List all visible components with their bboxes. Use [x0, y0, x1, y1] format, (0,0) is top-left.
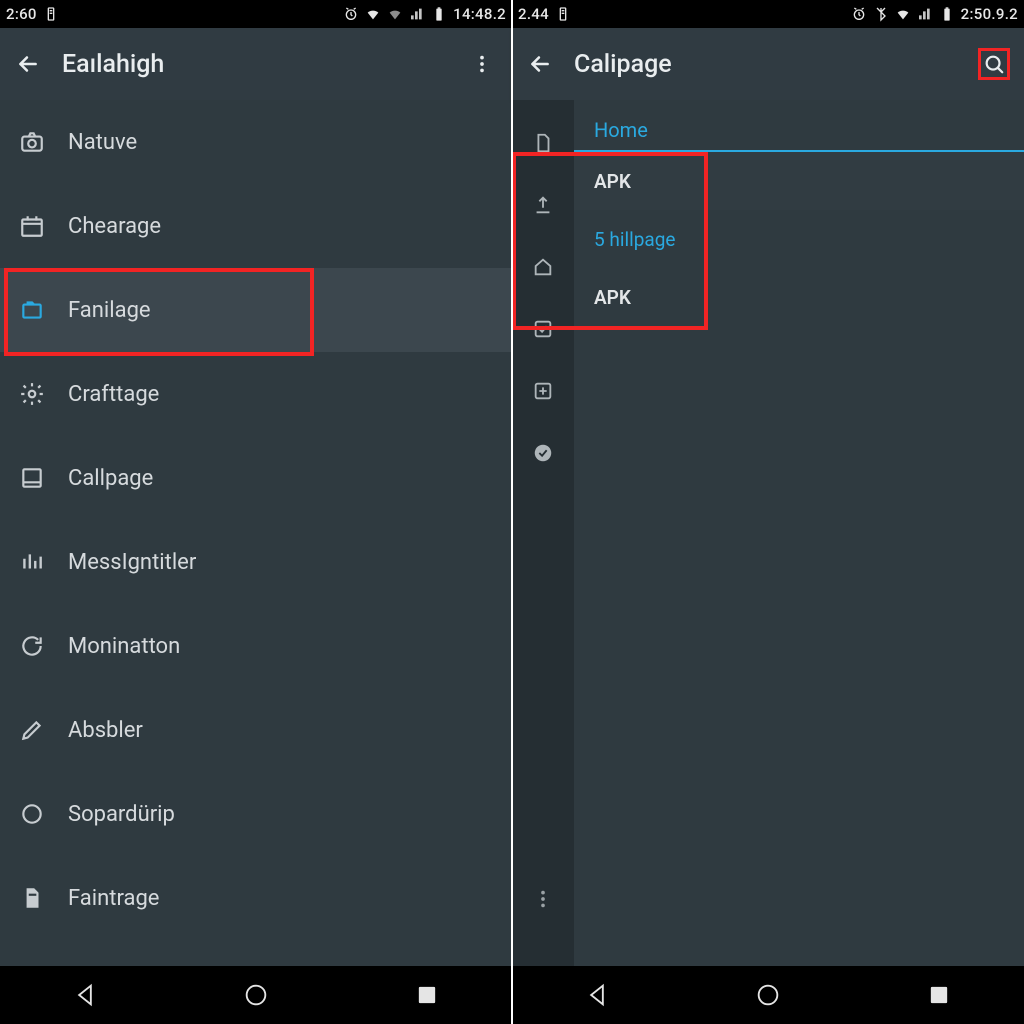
nav-back-button[interactable]	[68, 978, 102, 1012]
toolbar: Calipage	[512, 28, 1024, 100]
settings-item-moninatton[interactable]: Moninatton	[0, 604, 512, 688]
settings-item-chearage[interactable]: Chearage	[0, 184, 512, 268]
settings-item-absbler[interactable]: Absbler	[0, 688, 512, 772]
phone-right: 2.44	[512, 0, 1024, 1024]
settings-list: Natuve Chearage Fanilage Crafttage	[0, 100, 512, 966]
gear-icon	[18, 380, 46, 408]
status-time-right: 14:48.2	[453, 5, 506, 23]
settings-item-fanilage[interactable]: Fanilage	[0, 268, 512, 352]
nav-overview-button[interactable]	[922, 978, 956, 1012]
settings-item-label: Chearage	[68, 214, 161, 239]
settings-item-label: Faintrage	[68, 886, 159, 911]
main-content: Home APK 5 hillpage APK	[574, 100, 1024, 966]
refresh-icon	[18, 632, 46, 660]
sidebar-overflow-icon[interactable]	[512, 868, 574, 930]
settings-item-label: Absbler	[68, 718, 143, 743]
sidebar-upload-icon[interactable]	[512, 174, 574, 236]
back-button[interactable]	[14, 50, 42, 78]
overflow-menu-button[interactable]	[466, 48, 498, 80]
search-button[interactable]	[978, 48, 1010, 80]
signal-icon	[917, 6, 933, 22]
settings-item-label: Moninatton	[68, 634, 180, 659]
settings-item-callpage[interactable]: Callpage	[0, 436, 512, 520]
bluetooth-icon	[873, 6, 889, 22]
usb-icon	[43, 6, 59, 22]
wifi-icon	[895, 6, 911, 22]
nav-home-button[interactable]	[751, 978, 785, 1012]
status-time-left: 2:60	[6, 5, 37, 23]
sidebar-file-icon[interactable]	[512, 112, 574, 174]
sidebar-home-icon[interactable]	[512, 236, 574, 298]
calendar-icon	[18, 212, 46, 240]
settings-item-label: Sopardürip	[68, 802, 175, 827]
list-item-label: APK	[594, 170, 631, 193]
phone-left: 2:60	[0, 0, 512, 1024]
sidebar-check-icon[interactable]	[512, 298, 574, 360]
status-time-right: 2:50.9.2	[961, 5, 1018, 23]
page-title: Eaılahigh	[62, 50, 466, 79]
list-item[interactable]: APK	[574, 152, 1024, 210]
file-icon	[18, 884, 46, 912]
sidebar-plus-icon[interactable]	[512, 360, 574, 422]
phone-divider	[511, 0, 513, 1024]
list-item-label: APK	[594, 286, 631, 309]
nav-back-button[interactable]	[580, 978, 614, 1012]
toolbar: Eaılahigh	[0, 28, 512, 100]
camera-icon	[18, 128, 46, 156]
battery-icon	[939, 6, 955, 22]
settings-item-natuve[interactable]: Natuve	[0, 100, 512, 184]
status-time-left: 2.44	[518, 5, 549, 23]
tab-home[interactable]: Home	[574, 100, 1024, 152]
sidebar-check-circle-icon[interactable]	[512, 422, 574, 484]
list-item[interactable]: 5 hillpage	[574, 210, 1024, 268]
settings-item-label: Natuve	[68, 130, 137, 155]
wifi-icon	[365, 6, 381, 22]
settings-item-crafttage[interactable]: Crafttage	[0, 352, 512, 436]
settings-item-label: Callpage	[68, 466, 153, 491]
folder-icon	[18, 296, 46, 324]
circle-icon	[18, 800, 46, 828]
status-bar: 2.44	[512, 0, 1024, 28]
square-icon	[18, 464, 46, 492]
back-button[interactable]	[526, 50, 554, 78]
settings-item-label: Crafttage	[68, 382, 159, 407]
list-item[interactable]: APK	[574, 268, 1024, 326]
settings-item-faintrage[interactable]: Faintrage	[0, 856, 512, 940]
usb-icon	[555, 6, 571, 22]
tab-label: Home	[594, 118, 648, 142]
nav-home-button[interactable]	[239, 978, 273, 1012]
android-nav-bar	[512, 966, 1024, 1024]
list-item-label: 5 hillpage	[594, 228, 675, 251]
alarm-icon	[343, 6, 359, 22]
wifi2-icon	[387, 6, 403, 22]
category-sidebar	[512, 100, 574, 966]
status-bar: 2:60	[0, 0, 512, 28]
bars-icon	[18, 548, 46, 576]
settings-item-messigntitler[interactable]: MessIgntitler	[0, 520, 512, 604]
settings-item-label: MessIgntitler	[68, 550, 196, 575]
battery-icon	[431, 6, 447, 22]
alarm-icon	[851, 6, 867, 22]
android-nav-bar	[0, 966, 512, 1024]
nav-overview-button[interactable]	[410, 978, 444, 1012]
pencil-icon	[18, 716, 46, 744]
signal-icon	[409, 6, 425, 22]
settings-item-label: Fanilage	[68, 298, 151, 323]
page-title: Calipage	[574, 50, 978, 79]
settings-item-sopardurip[interactable]: Sopardürip	[0, 772, 512, 856]
